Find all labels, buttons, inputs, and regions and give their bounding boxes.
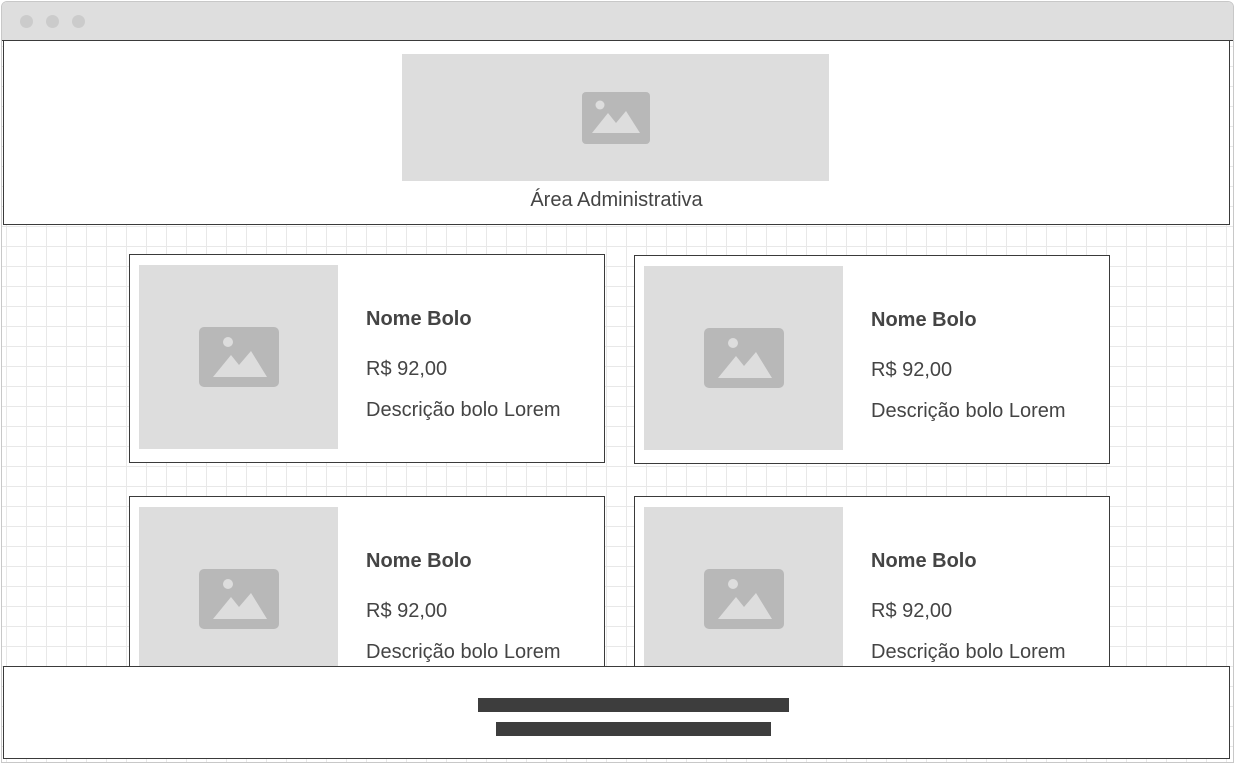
product-image — [644, 266, 843, 450]
window-control-close[interactable] — [20, 15, 33, 28]
product-image — [644, 507, 843, 691]
page-header: Área Administrativa — [3, 40, 1230, 225]
product-description: Descrição bolo Lorem — [871, 400, 1066, 422]
product-name: Nome Bolo — [366, 550, 472, 572]
product-price: R$ 92,00 — [871, 600, 953, 622]
product-image — [139, 265, 338, 449]
product-card[interactable]: Nome Bolo R$ 92,00 Descrição bolo Lorem — [634, 255, 1110, 464]
product-price: R$ 92,00 — [871, 359, 953, 381]
window-control-maximize[interactable] — [72, 15, 85, 28]
image-placeholder-icon — [703, 569, 784, 629]
image-placeholder-icon — [703, 328, 784, 388]
header-banner-image — [402, 54, 829, 181]
image-placeholder-icon — [198, 569, 279, 629]
product-description: Descrição bolo Lorem — [366, 399, 561, 421]
product-description: Descrição bolo Lorem — [871, 641, 1066, 663]
product-price: R$ 92,00 — [366, 358, 448, 380]
footer-text-placeholder — [478, 698, 789, 712]
product-name: Nome Bolo — [366, 308, 472, 330]
image-placeholder-icon — [198, 327, 279, 387]
product-name: Nome Bolo — [871, 309, 977, 331]
footer-text-placeholder — [496, 722, 771, 736]
product-name: Nome Bolo — [871, 550, 977, 572]
page-title: Área Administrativa — [530, 189, 703, 211]
page-footer — [3, 666, 1230, 759]
window-control-minimize[interactable] — [46, 15, 59, 28]
window-titlebar — [2, 2, 1233, 41]
product-description: Descrição bolo Lorem — [366, 641, 561, 663]
product-image — [139, 507, 338, 691]
product-card[interactable]: Nome Bolo R$ 92,00 Descrição bolo Lorem — [129, 254, 605, 463]
product-price: R$ 92,00 — [366, 600, 448, 622]
image-placeholder-icon — [581, 91, 650, 144]
